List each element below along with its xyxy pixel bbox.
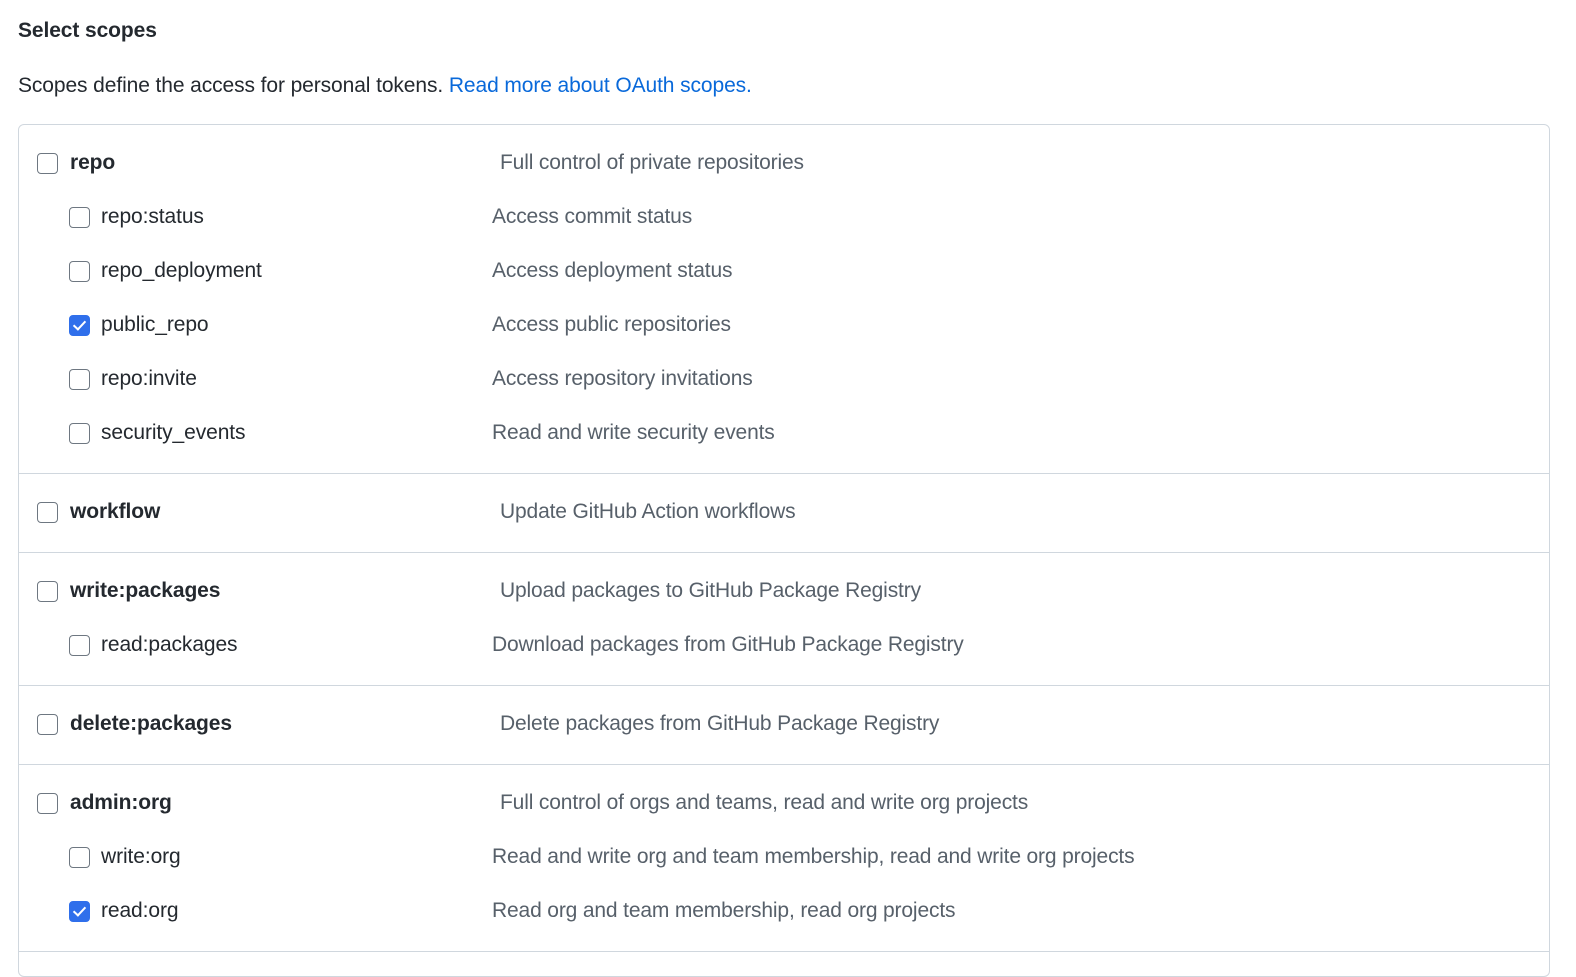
scope-checkbox-repo[interactable] xyxy=(37,152,58,174)
scope-description: Access deployment status xyxy=(492,259,733,282)
scope-group: delete:packages Delete packages from GitH… xyxy=(19,686,1549,765)
scope-checkbox-cell[interactable] xyxy=(19,368,90,390)
scope-label: public_repo xyxy=(101,313,209,336)
scope-checkbox-cell[interactable] xyxy=(19,501,58,523)
scope-label: repo_deployment xyxy=(101,259,262,282)
scope-checkbox-cell[interactable] xyxy=(19,260,90,282)
scope-label: security_events xyxy=(101,421,246,444)
scope-row[interactable]: read:packages Download packages from GitH… xyxy=(19,618,1549,672)
scope-description: Access commit status xyxy=(492,205,693,228)
scope-row[interactable]: repo:invite Access repository invitations xyxy=(19,352,1549,406)
scope-label: repo:status xyxy=(101,205,204,228)
scope-group xyxy=(19,952,1549,976)
scope-checkbox-read:org[interactable] xyxy=(69,900,90,922)
scope-checkbox-cell[interactable] xyxy=(19,206,90,228)
scope-description: Full control of orgs and teams, read and… xyxy=(500,791,1029,814)
scope-checkbox-cell[interactable] xyxy=(19,792,58,814)
scope-checkbox-cell[interactable] xyxy=(19,713,58,735)
page-title: Select scopes xyxy=(18,19,157,42)
scope-row[interactable]: write:packages Upload packages to GitHub … xyxy=(19,564,1549,618)
scope-label: write:packages xyxy=(70,579,221,602)
scope-group: write:packages Upload packages to GitHub … xyxy=(19,553,1549,686)
scope-checkbox-cell[interactable] xyxy=(19,314,90,336)
scope-checkbox-cell[interactable] xyxy=(19,900,90,922)
scope-label: admin:org xyxy=(70,791,172,814)
scope-row[interactable]: security_events Read and write security e… xyxy=(19,406,1549,460)
scope-checkbox-delete:packages[interactable] xyxy=(37,713,58,735)
scope-row[interactable]: repo:status Access commit status xyxy=(19,190,1549,244)
scope-checkbox-write:org[interactable] xyxy=(69,846,90,868)
scope-group: repo Full control of private repositories… xyxy=(19,125,1549,474)
scope-description: Download packages from GitHub Package Re… xyxy=(492,633,964,656)
scope-description: Access public repositories xyxy=(492,313,731,336)
scope-label: repo:invite xyxy=(101,367,197,390)
scope-checkbox-cell[interactable] xyxy=(19,152,58,174)
scope-group: workflow Update GitHub Action workflows xyxy=(19,474,1549,553)
scope-row[interactable]: read:org Read org and team membership, re… xyxy=(19,884,1549,938)
scope-checkbox-security_events[interactable] xyxy=(69,422,90,444)
scope-checkbox-cell[interactable] xyxy=(19,846,90,868)
scope-checkbox-cell[interactable] xyxy=(19,634,90,656)
scope-row[interactable]: admin:org Full control of orgs and teams,… xyxy=(19,776,1549,830)
scope-checkbox-repo_deployment[interactable] xyxy=(69,260,90,282)
scope-description: Upload packages to GitHub Package Regist… xyxy=(500,579,921,602)
scope-checkbox-repo:invite[interactable] xyxy=(69,368,90,390)
scope-checkbox-workflow[interactable] xyxy=(37,501,58,523)
scope-row[interactable]: repo_deployment Access deployment status xyxy=(19,244,1549,298)
scope-label: write:org xyxy=(101,845,181,868)
scope-row[interactable]: public_repo Access public repositories xyxy=(19,298,1549,352)
scope-checkbox-read:packages[interactable] xyxy=(69,634,90,656)
scope-checkbox-public_repo[interactable] xyxy=(69,314,90,336)
scopes-list: repo Full control of private repositories… xyxy=(18,124,1550,977)
scope-row[interactable]: delete:packages Delete packages from GitH… xyxy=(19,697,1549,751)
scope-label: workflow xyxy=(70,500,161,523)
scope-row[interactable]: repo Full control of private repositories xyxy=(19,136,1549,190)
scope-label: delete:packages xyxy=(70,712,232,735)
scope-checkbox-repo:status[interactable] xyxy=(69,206,90,228)
scope-label: read:org xyxy=(101,899,179,922)
scope-row[interactable]: workflow Update GitHub Action workflows xyxy=(19,485,1549,539)
scope-checkbox-write:packages[interactable] xyxy=(37,580,58,602)
scope-row[interactable]: write:org Read and write org and team mem… xyxy=(19,830,1549,884)
scope-checkbox-cell[interactable] xyxy=(19,422,90,444)
select-scopes-page: Select scopes Scopes define the access f… xyxy=(0,0,1576,977)
scope-description: Delete packages from GitHub Package Regi… xyxy=(500,712,940,735)
scope-description: Read and write security events xyxy=(492,421,775,444)
scope-description: Full control of private repositories xyxy=(500,151,804,174)
oauth-scopes-link[interactable]: Read more about OAuth scopes. xyxy=(449,74,752,97)
scope-description: Update GitHub Action workflows xyxy=(500,500,796,523)
scope-description: Access repository invitations xyxy=(492,367,753,390)
scope-label: repo xyxy=(70,151,116,174)
scope-description: Read org and team membership, read org p… xyxy=(492,899,956,922)
scope-checkbox-cell[interactable] xyxy=(19,580,58,602)
scope-label: read:packages xyxy=(101,633,238,656)
scopes-description-text: Scopes define the access for personal to… xyxy=(18,74,444,97)
scope-description: Read and write org and team membership, … xyxy=(492,845,1135,868)
scopes-description: Scopes define the access for personal to… xyxy=(18,73,1576,99)
scope-group: admin:org Full control of orgs and teams,… xyxy=(19,765,1549,952)
scope-checkbox-admin:org[interactable] xyxy=(37,792,58,814)
